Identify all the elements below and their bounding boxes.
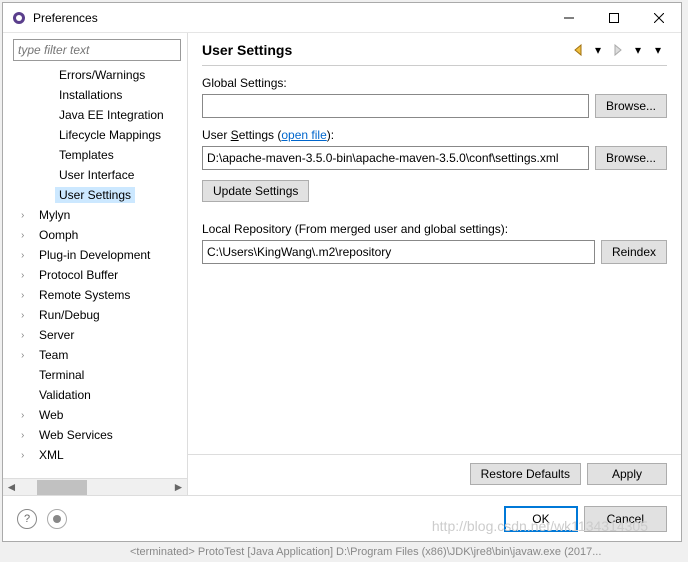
page-header: User Settings ▾ ▾ ▾: [202, 41, 667, 66]
right-panel: User Settings ▾ ▾ ▾ Global Settings: Bro…: [188, 33, 681, 495]
ok-button[interactable]: OK: [504, 506, 577, 532]
maximize-button[interactable]: [591, 3, 636, 33]
expand-icon: ›: [21, 410, 35, 421]
expand-icon: ›: [21, 250, 35, 261]
local-repo-label: Local Repository (From merged user and g…: [202, 222, 667, 236]
close-button[interactable]: [636, 3, 681, 33]
update-settings-button[interactable]: Update Settings: [202, 180, 309, 202]
footer-right: OK Cancel: [504, 506, 667, 532]
tree-item-server[interactable]: ›Server: [3, 325, 183, 345]
tree-item-errors-warnings[interactable]: Errors/Warnings: [3, 65, 183, 85]
scroll-right-icon[interactable]: ►: [170, 480, 187, 494]
preference-tree[interactable]: Errors/WarningsInstallationsJava EE Inte…: [3, 65, 187, 478]
restore-defaults-button[interactable]: Restore Defaults: [470, 463, 581, 485]
expand-icon: ›: [21, 350, 35, 361]
left-panel: Errors/WarningsInstallationsJava EE Inte…: [3, 33, 188, 495]
tree-item-xml[interactable]: ›XML: [3, 445, 183, 465]
tree-item-lifecycle-mappings[interactable]: Lifecycle Mappings: [3, 125, 183, 145]
filter-input[interactable]: [13, 39, 181, 61]
tree-item-user-settings[interactable]: User Settings: [3, 185, 183, 205]
status-bar-text: <terminated> ProtoTest [Java Application…: [130, 546, 601, 558]
record-icon[interactable]: [47, 509, 67, 529]
page-buttons: Restore Defaults Apply: [188, 454, 681, 495]
tree-item-templates[interactable]: Templates: [3, 145, 183, 165]
expand-icon: ›: [21, 310, 35, 321]
tree-item-mylyn[interactable]: ›Mylyn: [3, 205, 183, 225]
global-settings-row: Browse...: [202, 94, 667, 118]
tree-item-terminal[interactable]: Terminal: [3, 365, 183, 385]
window-title: Preferences: [33, 11, 546, 25]
apply-button[interactable]: Apply: [587, 463, 667, 485]
dialog-footer: ? OK Cancel: [3, 495, 681, 541]
help-icon[interactable]: ?: [17, 509, 37, 529]
window-controls: [546, 3, 681, 33]
cancel-button[interactable]: Cancel: [584, 506, 667, 532]
scroll-left-icon[interactable]: ◄: [3, 480, 20, 494]
tree-item-installations[interactable]: Installations: [3, 85, 183, 105]
tree-item-user-interface[interactable]: User Interface: [3, 165, 183, 185]
tree-item-team[interactable]: ›Team: [3, 345, 183, 365]
global-settings-input[interactable]: [202, 94, 589, 118]
dialog-body: Errors/WarningsInstallationsJava EE Inte…: [3, 33, 681, 495]
tree-item-plug-in-development[interactable]: ›Plug-in Development: [3, 245, 183, 265]
tree-item-web[interactable]: ›Web: [3, 405, 183, 425]
back-button[interactable]: [569, 41, 587, 59]
menu-dropdown-icon[interactable]: ▾: [649, 41, 667, 59]
tree-item-run-debug[interactable]: ›Run/Debug: [3, 305, 183, 325]
expand-icon: ›: [21, 290, 35, 301]
filter-container: [13, 39, 181, 61]
reindex-button[interactable]: Reindex: [601, 240, 667, 264]
local-repo-row: Reindex: [202, 240, 667, 264]
scroll-thumb[interactable]: [37, 480, 87, 495]
browse-user-button[interactable]: Browse...: [595, 146, 667, 170]
tree-item-java-ee-integration[interactable]: Java EE Integration: [3, 105, 183, 125]
forward-dropdown-icon[interactable]: ▾: [629, 41, 647, 59]
expand-icon: ›: [21, 330, 35, 341]
tree-item-oomph[interactable]: ›Oomph: [3, 225, 183, 245]
app-icon: [11, 10, 27, 26]
expand-icon: ›: [21, 210, 35, 221]
minimize-button[interactable]: [546, 3, 591, 33]
open-file-link[interactable]: open file: [281, 128, 326, 142]
footer-left: ?: [17, 509, 67, 529]
global-settings-label: Global Settings:: [202, 76, 667, 90]
expand-icon: ›: [21, 270, 35, 281]
expand-icon: ›: [21, 450, 35, 461]
expand-icon: ›: [21, 230, 35, 241]
nav-toolbar: ▾ ▾ ▾: [569, 41, 667, 59]
preferences-window: Preferences Errors/WarningsInstallations…: [2, 2, 682, 542]
titlebar: Preferences: [3, 3, 681, 33]
update-row: Update Settings: [202, 180, 667, 202]
tree-item-remote-systems[interactable]: ›Remote Systems: [3, 285, 183, 305]
tree-item-protocol-buffer[interactable]: ›Protocol Buffer: [3, 265, 183, 285]
back-dropdown-icon[interactable]: ▾: [589, 41, 607, 59]
user-settings-input[interactable]: [202, 146, 589, 170]
tree-item-web-services[interactable]: ›Web Services: [3, 425, 183, 445]
expand-icon: ›: [21, 430, 35, 441]
forward-button[interactable]: [609, 41, 627, 59]
local-repo-input[interactable]: [202, 240, 595, 264]
tree-item-validation[interactable]: Validation: [3, 385, 183, 405]
user-settings-row: Browse...: [202, 146, 667, 170]
browse-global-button[interactable]: Browse...: [595, 94, 667, 118]
page-title: User Settings: [202, 42, 569, 58]
user-settings-label: User Settings (open file):: [202, 128, 667, 142]
horizontal-scrollbar[interactable]: ◄ ►: [3, 478, 187, 495]
